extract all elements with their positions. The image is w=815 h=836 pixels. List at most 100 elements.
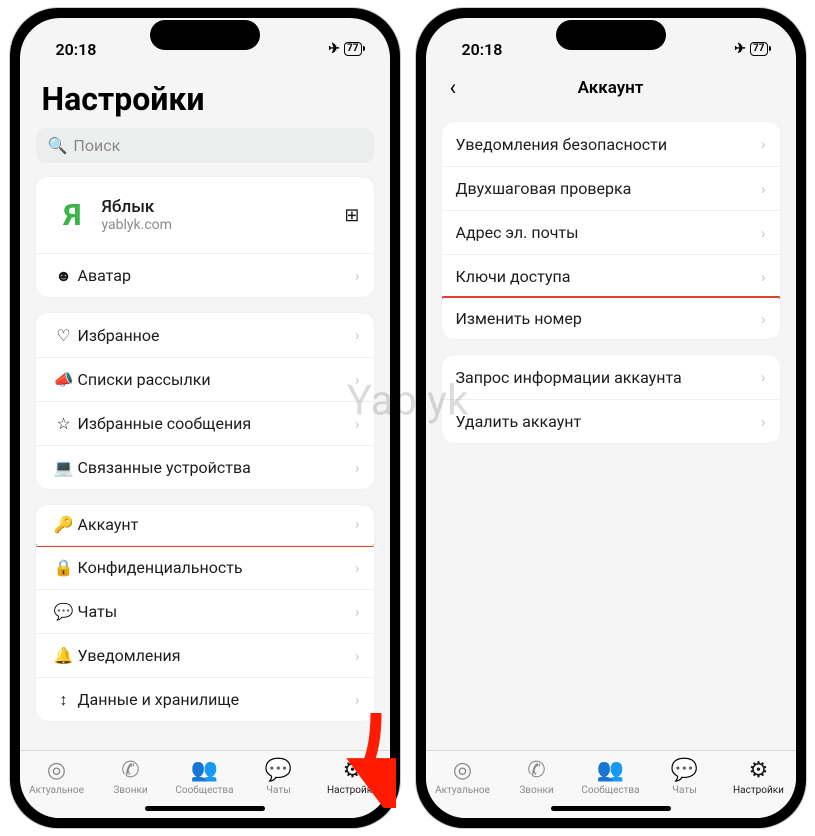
tab-label: Чаты — [266, 785, 291, 796]
tab-icon: ◎ — [453, 757, 472, 783]
row-label: Двухшаговая проверка — [456, 179, 761, 198]
tab-label: Актуальное — [29, 785, 84, 796]
qr-icon[interactable]: ⊞ — [344, 205, 359, 226]
phone-frame-left: 20:18 ✈ 77 Настройки 🔍 Поиск Я Яблык yab… — [10, 8, 400, 828]
search-input[interactable]: 🔍 Поиск — [36, 128, 374, 163]
tab-Звонки[interactable]: ✆ Звонки — [500, 757, 574, 796]
list-item[interactable]: 🔔Уведомления› — [36, 633, 374, 677]
tab-Настройки[interactable]: ⚙ Настройки — [316, 757, 390, 796]
search-placeholder: Поиск — [73, 136, 120, 155]
chevron-right-icon: › — [355, 559, 360, 577]
dynamic-island — [150, 20, 260, 50]
list-item[interactable]: Изменить номер› — [442, 296, 780, 339]
row-icon: ☆ — [50, 414, 78, 433]
chevron-right-icon: › — [355, 647, 360, 665]
row-icon: 💻 — [50, 458, 78, 477]
chevron-right-icon: › — [355, 371, 360, 389]
tab-icon: ⚙ — [343, 757, 363, 783]
page-title: Настройки — [36, 66, 374, 128]
account-group-2: Запрос информации аккаунта›Удалить аккау… — [442, 355, 780, 443]
list-item[interactable]: 📣Списки рассылки› — [36, 357, 374, 401]
chevron-right-icon: › — [761, 224, 766, 242]
chevron-right-icon: › — [355, 603, 360, 621]
row-label: Запрос информации аккаунта — [456, 368, 761, 387]
tab-Чаты[interactable]: 💬Чаты — [242, 757, 316, 796]
status-time: 20:18 — [56, 40, 97, 59]
tab-icon: ⚙ — [749, 757, 769, 783]
tab-Актуальное[interactable]: ◎ Актуальное — [426, 757, 500, 796]
row-icon: ♡ — [50, 326, 78, 345]
tab-label: Сообщества — [581, 785, 639, 796]
row-label: Удалить аккаунт — [456, 412, 761, 431]
row-icon: 📣 — [50, 370, 78, 389]
profile-row[interactable]: Я Яблык yablyk.com ⊞ — [36, 177, 374, 253]
tab-icon: ✆ — [527, 757, 545, 783]
back-button[interactable]: ‹ — [442, 70, 465, 107]
row-label: Адрес эл. почты — [456, 223, 761, 242]
tab-label: Звонки — [113, 785, 147, 796]
profile-name: Яблык — [102, 197, 345, 217]
row-label: Уведомления — [78, 646, 355, 665]
dynamic-island — [556, 20, 666, 50]
list-item[interactable]: 💬Чаты› — [36, 589, 374, 633]
chevron-right-icon: › — [761, 268, 766, 286]
tab-label: Сообщества — [175, 785, 233, 796]
chevron-right-icon: › — [761, 135, 766, 153]
header-title: Аккаунт — [578, 78, 644, 98]
tab-label: Настройки — [327, 785, 378, 796]
tab-Настройки[interactable]: ⚙ Настройки — [722, 757, 796, 796]
list-item[interactable]: Уведомления безопасности› — [442, 122, 780, 166]
tab-label: Звонки — [519, 785, 553, 796]
row-label: Списки рассылки — [78, 370, 355, 389]
row-icon: 🔒 — [50, 558, 78, 577]
row-label: Избранные сообщения — [78, 414, 355, 433]
status-time: 20:18 — [462, 40, 503, 59]
chevron-right-icon: › — [355, 267, 360, 285]
row-label: Данные и хранилище — [78, 690, 355, 709]
tab-label: Актуальное — [435, 785, 490, 796]
tab-Актуальное[interactable]: ◎ Актуальное — [20, 757, 94, 796]
chevron-right-icon: › — [355, 459, 360, 477]
avatar-label: Аватар — [78, 266, 355, 285]
home-indicator — [145, 806, 265, 811]
chevron-right-icon: › — [761, 310, 766, 328]
row-icon: 🔔 — [50, 646, 78, 665]
list-item[interactable]: Запрос информации аккаунта› — [442, 355, 780, 399]
list-item[interactable]: ♡Избранное› — [36, 313, 374, 357]
chevron-right-icon: › — [355, 326, 360, 344]
row-label: Конфиденциальность — [78, 558, 355, 577]
list-item[interactable]: Адрес эл. почты› — [442, 210, 780, 254]
list-item[interactable]: 🔒Конфиденциальность› — [36, 545, 374, 589]
tab-Звонки[interactable]: ✆Звонки — [94, 757, 168, 796]
row-label: Уведомления безопасности — [456, 135, 761, 154]
list-item[interactable]: 🔑Аккаунт› — [36, 505, 374, 547]
tab-icon: ◎ — [47, 757, 66, 783]
airplane-icon: ✈ — [734, 41, 746, 57]
account-group-1: Уведомления безопасности›Двухшаговая про… — [442, 122, 780, 339]
list-item[interactable]: ↕Данные и хранилище› — [36, 677, 374, 721]
chevron-right-icon: › — [355, 415, 360, 433]
phone-frame-right: 20:18 ✈ 77 ‹ Аккаунт Уведомления безопас… — [416, 8, 806, 828]
row-icon: ↕ — [50, 690, 78, 710]
battery-indicator: 77 — [750, 42, 767, 56]
list-item[interactable]: Ключи доступа› — [442, 254, 780, 298]
tab-label: Настройки — [733, 785, 784, 796]
tab-Чаты[interactable]: 💬Чаты — [648, 757, 722, 796]
home-indicator — [551, 806, 671, 811]
profile-sub: yablyk.com — [102, 217, 345, 233]
row-label: Чаты — [78, 602, 355, 621]
row-label: Связанные устройства — [78, 458, 355, 477]
chevron-right-icon: › — [761, 180, 766, 198]
list-item[interactable]: ☆Избранные сообщения› — [36, 401, 374, 445]
list-item[interactable]: Удалить аккаунт› — [442, 399, 780, 443]
profile-card: Я Яблык yablyk.com ⊞ ☻ Аватар › — [36, 177, 374, 297]
search-icon: 🔍 — [48, 136, 68, 155]
tab-Сообщества[interactable]: 👥Сообщества — [168, 757, 242, 796]
list-item[interactable]: 💻Связанные устройства› — [36, 445, 374, 489]
tab-label: Чаты — [672, 785, 697, 796]
chevron-right-icon: › — [761, 413, 766, 431]
list-item[interactable]: Двухшаговая проверка› — [442, 166, 780, 210]
settings-group-2: 🔑Аккаунт›🔒Конфиденциальность›💬Чаты›🔔Увед… — [36, 505, 374, 721]
tab-Сообщества[interactable]: 👥Сообщества — [574, 757, 648, 796]
avatar-settings-row[interactable]: ☻ Аватар › — [36, 253, 374, 297]
